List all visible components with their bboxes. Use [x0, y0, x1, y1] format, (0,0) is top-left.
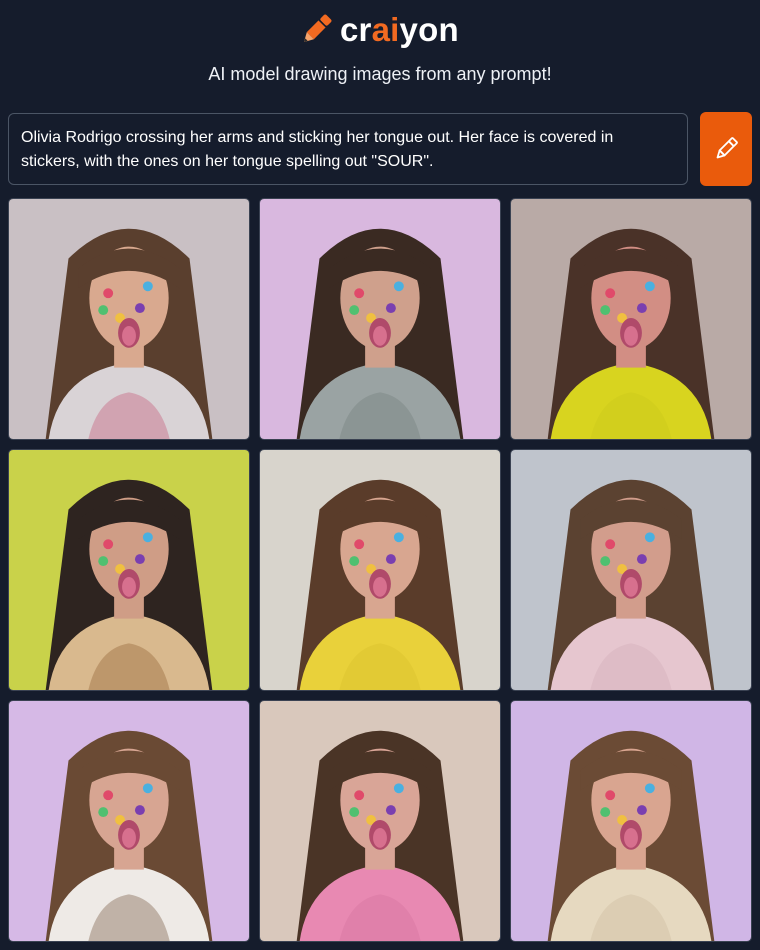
logo-text-cr: cr — [340, 11, 372, 48]
pencil-icon — [716, 137, 738, 159]
result-image[interactable] — [510, 449, 752, 691]
tagline: AI model drawing images from any prompt! — [208, 64, 552, 84]
logo-text-ai: ai — [371, 11, 400, 48]
logo-wordmark: craiyon — [340, 10, 459, 50]
prompt-input[interactable]: Olivia Rodrigo crossing her arms and sti… — [8, 113, 688, 185]
prompt-input-value[interactable]: Olivia Rodrigo crossing her arms and sti… — [21, 126, 675, 174]
result-image[interactable] — [510, 198, 752, 440]
craiyon-logo[interactable]: craiyon — [298, 10, 459, 50]
pencil-icon — [303, 14, 332, 43]
header: craiyon AI model drawing images from any… — [0, 0, 760, 105]
results-grid — [8, 198, 752, 942]
result-image[interactable] — [8, 198, 250, 440]
result-image[interactable] — [8, 700, 250, 942]
draw-button[interactable] — [700, 112, 752, 186]
result-image[interactable] — [259, 700, 501, 942]
result-image[interactable] — [259, 198, 501, 440]
result-image[interactable] — [510, 700, 752, 942]
result-image[interactable] — [8, 449, 250, 691]
result-image[interactable] — [259, 449, 501, 691]
logo-text-yon: yon — [399, 11, 459, 48]
